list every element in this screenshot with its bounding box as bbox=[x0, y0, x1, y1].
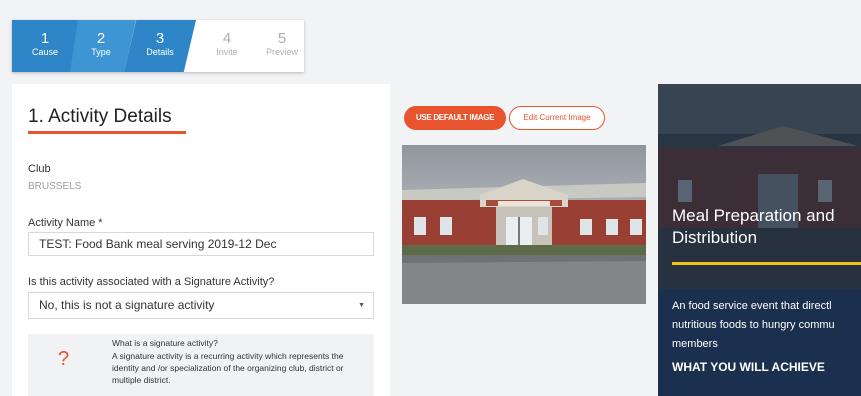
preview-divider bbox=[672, 262, 861, 265]
signature-question-label: Is this activity associated with a Signa… bbox=[28, 276, 275, 288]
chevron-down-icon: ▼ bbox=[358, 302, 365, 309]
preview-desc-line: An food service event that directl bbox=[672, 300, 832, 312]
preview-title: Meal Preparation and Distribution bbox=[672, 205, 861, 249]
preview-title-line: Distribution bbox=[672, 228, 758, 247]
activity-details-panel: 1. Activity Details Club BRUSSELS Activi… bbox=[12, 84, 390, 396]
question-mark-icon: ? bbox=[58, 348, 70, 370]
step-number: 3 bbox=[155, 30, 165, 47]
section-title: 1. Activity Details bbox=[28, 106, 172, 127]
step-cause[interactable]: 1 Cause bbox=[12, 20, 78, 72]
preview-photo bbox=[658, 84, 861, 289]
activity-name-input[interactable]: TEST: Food Bank meal serving 2019-12 Dec bbox=[28, 232, 374, 256]
activity-image bbox=[402, 145, 646, 304]
step-label: Type bbox=[91, 47, 111, 57]
club-label: Club bbox=[28, 163, 51, 175]
activity-name-label: Activity Name * bbox=[28, 217, 103, 229]
step-number: 1 bbox=[40, 30, 50, 47]
community-center-photo bbox=[402, 145, 646, 304]
step-number: 2 bbox=[96, 30, 106, 47]
club-value: BRUSSELS bbox=[28, 181, 82, 192]
use-default-image-button[interactable]: USE DEFAULT IMAGE bbox=[404, 106, 506, 130]
preview-description: An food service event that directl nutri… bbox=[672, 297, 861, 354]
step-label: Preview bbox=[265, 47, 298, 57]
step-label: Invite bbox=[216, 47, 238, 57]
step-details[interactable]: 3 Details bbox=[124, 20, 196, 72]
title-underline bbox=[28, 131, 186, 134]
step-invite[interactable]: 4 Invite bbox=[200, 20, 254, 72]
step-preview[interactable]: 5 Preview bbox=[256, 20, 304, 72]
preview-title-line: Meal Preparation and bbox=[672, 206, 835, 225]
progress-stepper: 1 Cause 2 Type 3 Details 4 Invite 5 Prev… bbox=[12, 20, 304, 72]
signature-activity-select[interactable]: No, this is not a signature activity ▼ bbox=[28, 292, 374, 319]
signature-info-box: ? What is a signature activity? A signat… bbox=[28, 334, 374, 396]
step-number: 4 bbox=[222, 30, 232, 47]
step-label: Cause bbox=[31, 47, 58, 57]
edit-current-image-button[interactable]: Edit Current Image bbox=[509, 106, 605, 130]
step-number: 5 bbox=[277, 30, 287, 47]
activity-preview-card: Meal Preparation and Distribution An foo… bbox=[658, 84, 861, 396]
info-text: A signature activity is a recurring acti… bbox=[112, 351, 344, 385]
signature-selected-value: No, this is not a signature activity bbox=[39, 298, 215, 312]
preview-desc-line: nutritious foods to hungry commu bbox=[672, 319, 835, 331]
achieve-heading: WHAT YOU WILL ACHIEVE bbox=[672, 360, 825, 374]
preview-desc-line: members bbox=[672, 338, 718, 350]
step-label: Details bbox=[146, 47, 174, 57]
info-heading: What is a signature activity? bbox=[112, 338, 218, 348]
